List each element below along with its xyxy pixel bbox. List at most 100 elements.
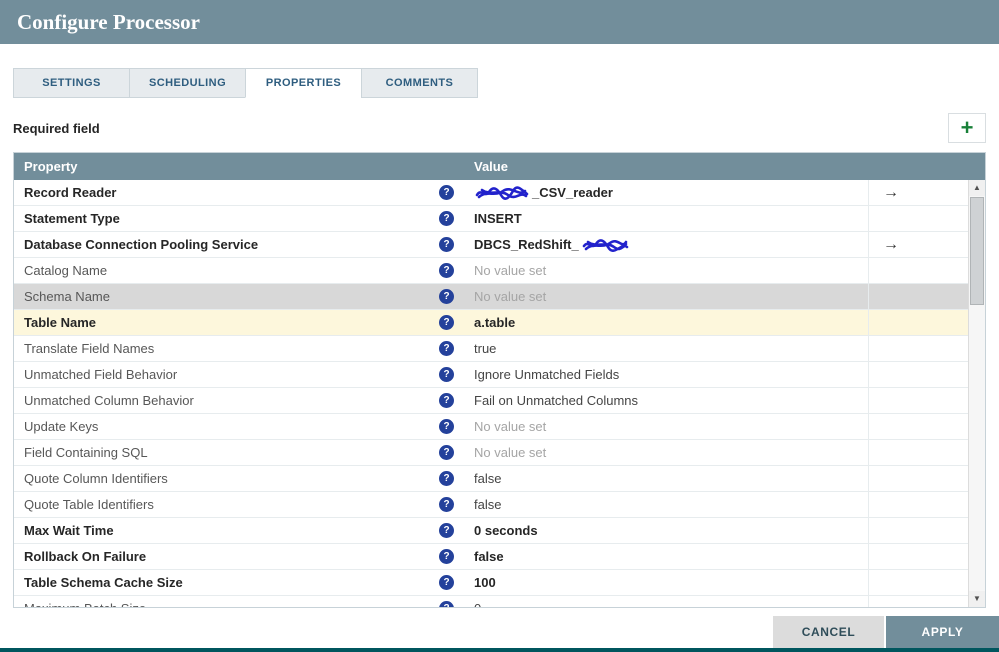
arrow-cell (868, 440, 968, 465)
property-value: No value set (474, 419, 546, 434)
help-icon[interactable]: ? (439, 419, 454, 434)
arrow-cell (868, 414, 968, 439)
value-cell: No value set (464, 440, 868, 465)
tab-comments[interactable]: COMMENTS (361, 68, 478, 98)
arrow-cell (868, 284, 968, 309)
arrow-cell (868, 362, 968, 387)
table-row[interactable]: Unmatched Field Behavior ? Ignore Unmatc… (14, 362, 968, 388)
property-column-header: Property (14, 159, 464, 174)
help-icon[interactable]: ? (439, 393, 454, 408)
property-value: 0 (474, 601, 481, 607)
arrow-cell (868, 466, 968, 491)
scroll-down-icon[interactable]: ▼ (969, 591, 985, 607)
property-value: 0 seconds (474, 523, 538, 538)
table-row[interactable]: Statement Type ? INSERT (14, 206, 968, 232)
value-cell: false (464, 466, 868, 491)
property-name: Quote Column Identifiers (24, 471, 168, 486)
value-cell: false (464, 492, 868, 517)
help-icon[interactable]: ? (439, 445, 454, 460)
go-to-service-icon[interactable]: → (883, 184, 899, 202)
property-cell: Rollback On Failure ? (14, 544, 464, 569)
property-cell: Maximum Batch Size ? (14, 596, 464, 607)
property-cell: Table Name ? (14, 310, 464, 335)
property-name: Catalog Name (24, 263, 107, 278)
property-cell: Max Wait Time ? (14, 518, 464, 543)
table-row[interactable]: Quote Column Identifiers ? false (14, 466, 968, 492)
add-property-button[interactable]: + (948, 113, 986, 143)
arrow-cell (868, 388, 968, 413)
table-row[interactable]: Catalog Name ? No value set (14, 258, 968, 284)
vertical-scrollbar[interactable]: ▲ ▼ (968, 180, 985, 607)
help-icon[interactable]: ? (439, 289, 454, 304)
value-cell: No value set (464, 414, 868, 439)
help-icon[interactable]: ? (439, 367, 454, 382)
property-value: a.table (474, 315, 515, 330)
table-row[interactable]: Unmatched Column Behavior ? Fail on Unma… (14, 388, 968, 414)
property-name: Database Connection Pooling Service (24, 237, 258, 252)
table-row[interactable]: Max Wait Time ? 0 seconds (14, 518, 968, 544)
redaction-scribble (581, 238, 629, 252)
table-toolbar: Required field + (13, 112, 986, 144)
property-name: Update Keys (24, 419, 98, 434)
table-header: Property Value (14, 153, 985, 180)
help-icon[interactable]: ? (439, 523, 454, 538)
help-icon[interactable]: ? (439, 237, 454, 252)
table-row[interactable]: Quote Table Identifiers ? false (14, 492, 968, 518)
help-icon[interactable]: ? (439, 211, 454, 226)
property-value: false (474, 497, 501, 512)
table-row[interactable]: Maximum Batch Size ? 0 (14, 596, 968, 607)
table-row[interactable]: Update Keys ? No value set (14, 414, 968, 440)
property-cell: Quote Column Identifiers ? (14, 466, 464, 491)
property-value: INSERT (474, 211, 522, 226)
help-icon[interactable]: ? (439, 185, 454, 200)
table-row[interactable]: Rollback On Failure ? false (14, 544, 968, 570)
property-value: false (474, 471, 501, 486)
apply-button[interactable]: APPLY (886, 616, 999, 648)
property-value: Fail on Unmatched Columns (474, 393, 638, 408)
value-cell: No value set (464, 258, 868, 283)
cancel-button[interactable]: CANCEL (773, 616, 884, 648)
help-icon[interactable]: ? (439, 315, 454, 330)
help-icon[interactable]: ? (439, 341, 454, 356)
scroll-up-icon[interactable]: ▲ (969, 180, 985, 196)
tab-properties[interactable]: PROPERTIES (245, 68, 362, 98)
value-cell: No value set (464, 284, 868, 309)
property-value: true (474, 341, 496, 356)
value-cell: 0 seconds (464, 518, 868, 543)
plus-icon: + (961, 115, 974, 140)
table-row[interactable]: Database Connection Pooling Service ? DB… (14, 232, 968, 258)
arrow-cell (868, 544, 968, 569)
table-row[interactable]: Translate Field Names ? true (14, 336, 968, 362)
property-value: Ignore Unmatched Fields (474, 367, 619, 382)
property-name: Rollback On Failure (24, 549, 146, 564)
table-row[interactable]: Table Name ? a.table (14, 310, 968, 336)
table-row[interactable]: Table Schema Cache Size ? 100 (14, 570, 968, 596)
tab-bar: SETTINGS SCHEDULING PROPERTIES COMMENTS (13, 68, 986, 98)
scrollbar-thumb[interactable] (970, 197, 984, 305)
go-to-service-icon[interactable]: → (883, 236, 899, 254)
help-icon[interactable]: ? (439, 549, 454, 564)
help-icon[interactable]: ? (439, 497, 454, 512)
value-cell: true (464, 336, 868, 361)
tab-scheduling[interactable]: SCHEDULING (129, 68, 246, 98)
arrow-cell (868, 258, 968, 283)
property-cell: Statement Type ? (14, 206, 464, 231)
table-row[interactable]: Field Containing SQL ? No value set (14, 440, 968, 466)
help-icon[interactable]: ? (439, 263, 454, 278)
help-icon[interactable]: ? (439, 601, 454, 607)
property-value: false (474, 549, 504, 564)
help-icon[interactable]: ? (439, 575, 454, 590)
property-value: No value set (474, 289, 546, 304)
table-row[interactable]: Schema Name ? No value set (14, 284, 968, 310)
value-column-header: Value (464, 159, 985, 174)
required-field-label: Required field (13, 121, 100, 136)
property-name: Table Name (24, 315, 96, 330)
property-cell: Quote Table Identifiers ? (14, 492, 464, 517)
property-name: Maximum Batch Size (24, 601, 146, 607)
value-cell: DBCS_RedShift_ (464, 232, 868, 257)
table-row[interactable]: Record Reader ? _CSV_reader → (14, 180, 968, 206)
tab-settings[interactable]: SETTINGS (13, 68, 130, 98)
help-icon[interactable]: ? (439, 471, 454, 486)
property-name: Schema Name (24, 289, 110, 304)
property-name: Max Wait Time (24, 523, 114, 538)
